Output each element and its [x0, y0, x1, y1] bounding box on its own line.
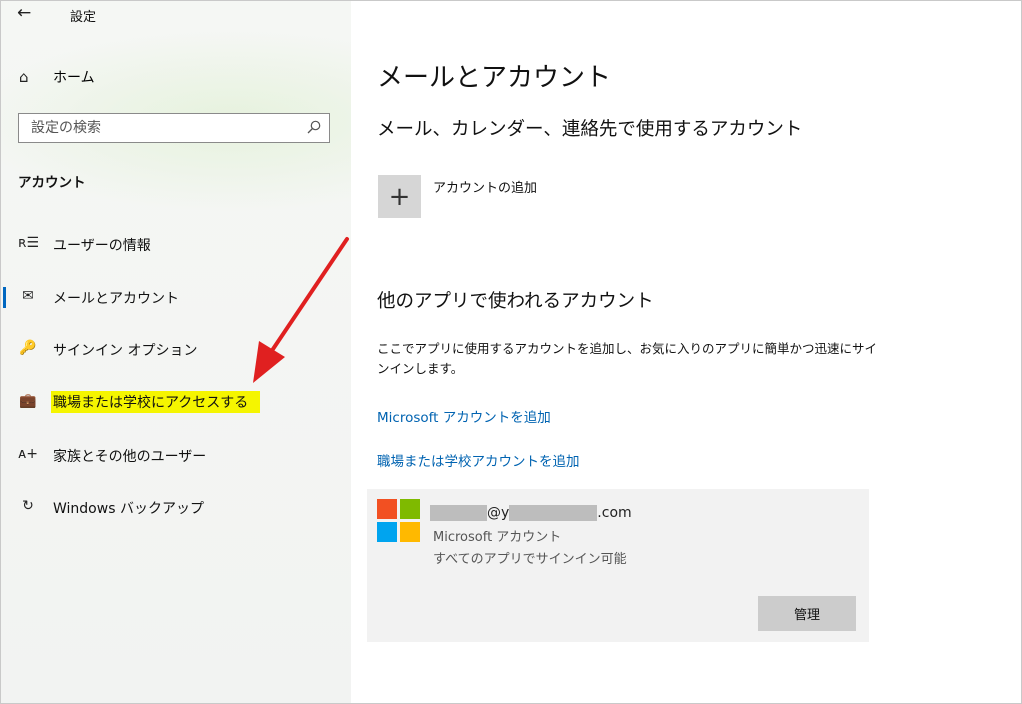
account-description: すべてのアプリでサインイン可能: [433, 552, 627, 567]
sidebar-item-label: ユーザーの情報: [53, 238, 151, 254]
sidebar-item-label: 職場または学校にアクセスする: [51, 391, 261, 413]
user-info-icon: ʀ☰: [18, 235, 39, 251]
sidebar-item-label: Windows バックアップ: [53, 501, 204, 517]
active-indicator: [3, 287, 6, 308]
main-content: メールとアカウント メール、カレンダー、連絡先で使用するアカウント + アカウン…: [351, 1, 1021, 703]
other-apps-description: ここでアプリに使用するアカウントを追加し、お気に入りのアプリに簡単かつ迅速にサイ…: [377, 341, 878, 376]
redaction-block: [430, 505, 487, 521]
sync-icon: ↻: [22, 498, 34, 514]
section-heading-accounts: アカウント: [18, 175, 86, 191]
sidebar-item-label: 家族とその他のユーザー: [53, 449, 207, 465]
section-title-other-apps: 他のアプリで使われるアカウント: [377, 291, 654, 312]
plus-icon: +: [388, 181, 411, 212]
sidebar: ← 設定 ⌂ ホーム アカウント ʀ☰ ユーザーの情報 ✉ メールとアカウント …: [1, 1, 351, 703]
search-box: [18, 113, 330, 143]
sidebar-item-label: メールとアカウント: [53, 291, 179, 307]
email-domain-suffix: .com: [597, 505, 632, 521]
add-microsoft-account-link[interactable]: Microsoft アカウントを追加: [377, 406, 551, 426]
search-input[interactable]: [19, 114, 311, 142]
settings-window: ← 設定 ⌂ ホーム アカウント ʀ☰ ユーザーの情報 ✉ メールとアカウント …: [0, 0, 1022, 704]
add-person-icon: ᴀ+: [18, 446, 39, 462]
page-title: メールとアカウント: [377, 63, 612, 93]
add-work-school-account-link[interactable]: 職場または学校アカウントを追加: [377, 450, 580, 470]
microsoft-logo-icon: [377, 499, 421, 543]
mail-icon: ✉: [22, 288, 34, 304]
redaction-block: [509, 505, 598, 521]
sidebar-item-family-other-users[interactable]: ᴀ+ 家族とその他のユーザー: [1, 438, 351, 472]
search-icon[interactable]: [307, 120, 321, 134]
account-card[interactable]: @y .com Microsoft アカウント すべてのアプリでサインイン可能 …: [367, 489, 869, 642]
account-email: @y .com: [430, 503, 632, 523]
account-type: Microsoft アカウント: [433, 530, 562, 545]
add-account-button[interactable]: +: [378, 175, 421, 218]
sidebar-item-home[interactable]: ⌂ ホーム: [19, 64, 319, 90]
sidebar-item-windows-backup[interactable]: ↻ Windows バックアップ: [1, 490, 351, 524]
section-title-email-calendar: メール、カレンダー、連絡先で使用するアカウント: [377, 119, 803, 140]
briefcase-icon: 💼: [19, 393, 37, 409]
add-account-label[interactable]: アカウントの追加: [433, 177, 537, 196]
home-icon: ⌂: [19, 68, 29, 86]
key-icon: 🔑: [19, 340, 37, 356]
manage-button[interactable]: 管理: [758, 596, 856, 631]
email-at-part: @y: [487, 505, 510, 521]
title-bar: ← 設定: [1, 1, 351, 31]
back-arrow-icon[interactable]: ←: [17, 3, 31, 23]
app-title: 設定: [70, 10, 97, 25]
sidebar-item-label: ホーム: [53, 70, 95, 86]
annotation-arrow-icon: [253, 237, 349, 383]
sidebar-item-label: サインイン オプション: [53, 343, 198, 359]
